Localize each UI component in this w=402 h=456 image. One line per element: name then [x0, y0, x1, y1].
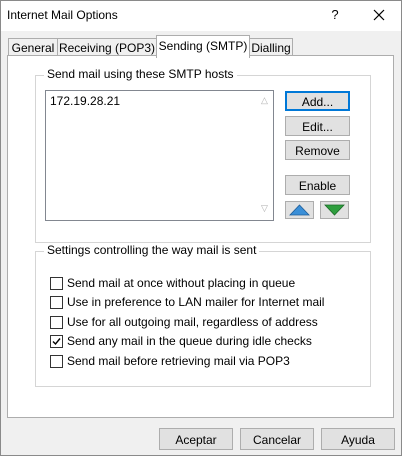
smtp-hosts-list[interactable]: 172.19.28.21 △ ▽: [45, 90, 274, 221]
option-label: Send mail at once without placing in que…: [67, 276, 296, 290]
smtp-hosts-group-label: Send mail using these SMTP hosts: [44, 67, 237, 81]
help-button[interactable]: ?: [327, 7, 343, 22]
move-down-button[interactable]: [320, 201, 349, 219]
enable-button[interactable]: Enable: [285, 175, 350, 195]
arrow-up-icon: [289, 204, 310, 216]
ok-button[interactable]: Aceptar: [159, 428, 233, 450]
move-up-button[interactable]: [285, 201, 314, 219]
tab-label: Sending (SMTP): [158, 39, 248, 53]
list-item[interactable]: 172.19.28.21: [50, 94, 120, 108]
checkbox-checked[interactable]: [50, 335, 63, 348]
checkmark-icon: [52, 338, 61, 346]
remove-button[interactable]: Remove: [285, 140, 350, 160]
title-bar: Internet Mail Options ?: [1, 1, 401, 31]
tab-label: Dialling: [251, 41, 291, 55]
cancel-button[interactable]: Cancelar: [240, 428, 314, 450]
tab-sending[interactable]: Sending (SMTP): [156, 35, 250, 58]
option-label: Send any mail in the queue during idle c…: [67, 334, 312, 348]
arrow-down-icon: [324, 204, 345, 216]
help-footer-button[interactable]: Ayuda: [321, 428, 395, 450]
window-title: Internet Mail Options: [7, 8, 118, 22]
settings-group-label: Settings controlling the way mail is sen…: [44, 243, 260, 257]
close-icon[interactable]: [369, 5, 389, 25]
scroll-down-icon[interactable]: ▽: [261, 203, 268, 214]
edit-button[interactable]: Edit...: [285, 116, 350, 136]
option-label: Use in preference to LAN mailer for Inte…: [67, 295, 325, 309]
tab-label: Receiving (POP3): [58, 41, 156, 55]
add-button[interactable]: Add...: [285, 91, 350, 111]
option-label: Use for all outgoing mail, regardless of…: [67, 315, 318, 329]
scroll-up-icon[interactable]: △: [261, 95, 268, 106]
checkbox[interactable]: [50, 277, 63, 290]
checkbox[interactable]: [50, 296, 63, 309]
checkbox[interactable]: [50, 355, 63, 368]
checkbox[interactable]: [50, 316, 63, 329]
scrollbar[interactable]: △ ▽: [257, 91, 273, 220]
tab-label: General: [11, 41, 55, 55]
option-label: Send mail before retrieving mail via POP…: [67, 354, 290, 368]
